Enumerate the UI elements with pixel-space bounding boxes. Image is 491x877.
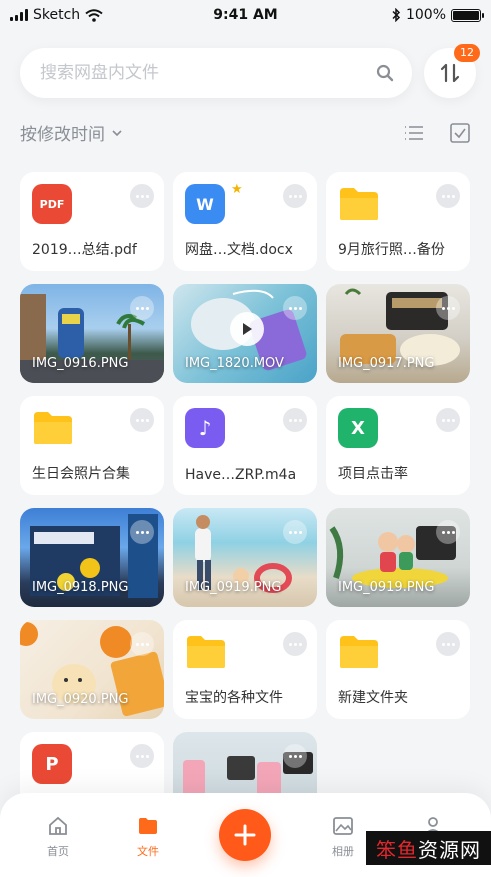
- more-options-icon[interactable]: [436, 184, 460, 208]
- list-view-icon[interactable]: [403, 122, 425, 144]
- more-options-icon[interactable]: [283, 744, 307, 768]
- music-file-icon: ♪: [185, 408, 225, 448]
- tab-files[interactable]: 文件: [118, 815, 178, 859]
- file-name: IMG_0919.PNG: [185, 580, 282, 595]
- more-options-icon[interactable]: [283, 184, 307, 208]
- folder-card[interactable]: 9月旅行照…备份: [326, 172, 470, 271]
- more-options-icon[interactable]: [436, 296, 460, 320]
- more-options-icon[interactable]: [130, 632, 154, 656]
- plus-icon: [234, 824, 256, 846]
- search-icon[interactable]: [376, 64, 394, 82]
- more-options-icon[interactable]: [283, 632, 307, 656]
- file-name: 网盘…文档.docx: [185, 242, 293, 258]
- transfer-count-badge: 12: [454, 44, 480, 62]
- bluetooth-icon: [392, 8, 401, 22]
- home-icon: [49, 816, 67, 835]
- file-card[interactable]: ♪ Have…ZRP.m4a: [173, 396, 317, 495]
- select-checkbox-icon[interactable]: [449, 122, 471, 144]
- file-name: 2019…总结.pdf: [32, 242, 137, 258]
- photo-card[interactable]: IMG_0919.PNG: [173, 508, 317, 607]
- ppt-file-icon: P: [32, 744, 72, 784]
- folder-icon: [34, 412, 72, 444]
- photo-card[interactable]: IMG_0920.PNG: [20, 620, 164, 719]
- battery-icon: [451, 8, 484, 22]
- tab-label: 首页: [47, 845, 69, 858]
- status-bar: Sketch 9:41 AM 100%: [0, 0, 491, 30]
- search-input[interactable]: [40, 63, 370, 83]
- tab-home[interactable]: 首页: [28, 815, 88, 859]
- folder-name: 生日会照片合集: [32, 466, 130, 482]
- file-name: 项目点击率: [338, 466, 408, 482]
- folder-name: 9月旅行照…备份: [338, 242, 445, 258]
- file-name: IMG_0920.PNG: [32, 692, 129, 707]
- watermark: 笨鱼 资源网: [366, 831, 491, 865]
- word-file-icon: W: [185, 184, 225, 224]
- sort-label: 按修改时间: [20, 125, 105, 145]
- more-options-icon[interactable]: [436, 520, 460, 544]
- folder-name: 宝宝的各种文件: [185, 690, 283, 706]
- more-options-icon[interactable]: [130, 408, 154, 432]
- video-card[interactable]: IMG_1820.MOV: [173, 284, 317, 383]
- search-bar: [20, 48, 412, 98]
- watermark-brand: 笨鱼: [376, 837, 418, 862]
- folder-icon: [187, 636, 225, 668]
- more-options-icon[interactable]: [283, 296, 307, 320]
- folder-icon: [340, 188, 378, 220]
- tab-label: 相册: [332, 845, 354, 858]
- sort-dropdown[interactable]: 按修改时间: [20, 120, 123, 145]
- pdf-file-icon: PDF: [32, 184, 72, 224]
- photo-card[interactable]: IMG_0918.PNG: [20, 508, 164, 607]
- more-options-icon[interactable]: [130, 184, 154, 208]
- file-name: IMG_1820.MOV: [185, 356, 284, 371]
- file-grid: PDF 2019…总结.pdf W ★ 网盘…文档.docx 9月旅行照…备份 …: [20, 172, 471, 831]
- add-button[interactable]: [219, 809, 271, 861]
- more-options-icon[interactable]: [130, 520, 154, 544]
- folder-name: 新建文件夹: [338, 690, 408, 706]
- folder-icon: [340, 636, 378, 668]
- more-options-icon[interactable]: [130, 296, 154, 320]
- photo-card[interactable]: IMG_0917.PNG: [326, 284, 470, 383]
- more-options-icon[interactable]: [436, 632, 460, 656]
- folder-card[interactable]: 宝宝的各种文件: [173, 620, 317, 719]
- more-options-icon[interactable]: [436, 408, 460, 432]
- battery-label: 100%: [405, 7, 446, 23]
- file-name: IMG_0916.PNG: [32, 356, 129, 371]
- star-icon: ★: [231, 182, 243, 197]
- file-name: IMG_0919.PNG: [338, 580, 435, 595]
- sort-arrows-icon: [440, 63, 460, 83]
- chevron-down-icon: [112, 129, 122, 136]
- folder-card[interactable]: 新建文件夹: [326, 620, 470, 719]
- watermark-text: 资源网: [418, 837, 481, 862]
- transfer-button[interactable]: 12: [424, 44, 480, 98]
- file-card[interactable]: X 项目点击率: [326, 396, 470, 495]
- file-name: Have…ZRP.m4a: [185, 467, 297, 483]
- more-options-icon[interactable]: [130, 744, 154, 768]
- more-options-icon[interactable]: [283, 408, 307, 432]
- tab-label: 文件: [137, 845, 159, 858]
- excel-file-icon: X: [338, 408, 378, 448]
- tab-album[interactable]: 相册: [313, 815, 373, 859]
- folder-icon: [139, 818, 157, 834]
- file-card[interactable]: PDF 2019…总结.pdf: [20, 172, 164, 271]
- play-icon[interactable]: [230, 312, 264, 346]
- photo-card[interactable]: IMG_0919.PNG: [326, 508, 470, 607]
- more-options-icon[interactable]: [283, 520, 307, 544]
- file-name: IMG_0917.PNG: [338, 356, 435, 371]
- photo-card[interactable]: IMG_0916.PNG: [20, 284, 164, 383]
- file-name: IMG_0918.PNG: [32, 580, 129, 595]
- album-icon: [333, 817, 353, 835]
- file-card[interactable]: W ★ 网盘…文档.docx: [173, 172, 317, 271]
- folder-card[interactable]: 生日会照片合集: [20, 396, 164, 495]
